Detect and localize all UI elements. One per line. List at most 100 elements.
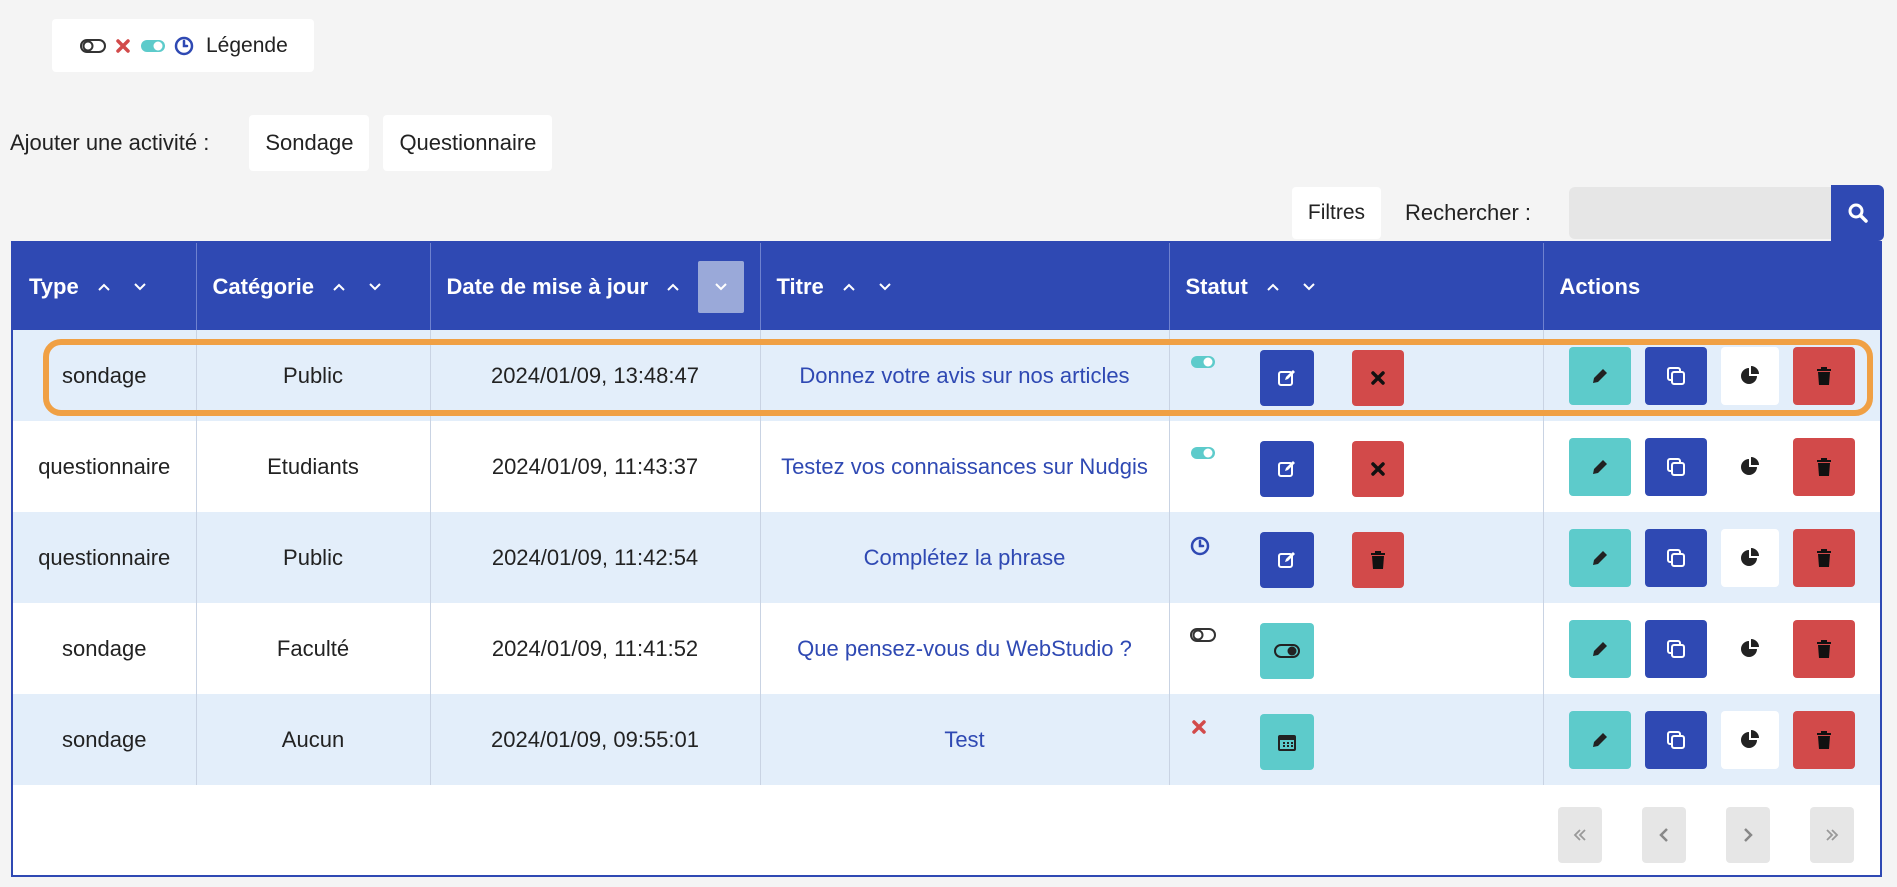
header-label: Type [29,273,79,299]
last-page-button[interactable] [1810,807,1854,863]
clock-icon [1190,536,1210,556]
header-label: Date de mise à jour [446,273,649,299]
stats-button[interactable] [1720,619,1779,678]
edit-button[interactable] [1568,437,1631,496]
stats-button[interactable] [1720,346,1779,405]
pencil-icon [1590,548,1610,568]
stats-button[interactable] [1720,437,1779,496]
cell-status [1169,330,1544,421]
deactivate-button[interactable] [1351,350,1404,406]
edit-button[interactable] [1568,346,1631,405]
add-activity-label: Ajouter une activité : [10,130,210,155]
col-date[interactable]: Date de mise à jour [430,243,761,330]
first-page-icon [1572,827,1588,843]
duplicate-button[interactable] [1644,437,1707,496]
copy-icon [1665,729,1687,751]
pencil-icon [1590,457,1610,477]
sort-up-icon[interactable] [328,276,350,298]
table-row[interactable]: sondage Faculté 2024/01/09, 11:41:52 Que… [13,603,1880,694]
duplicate-button[interactable] [1644,619,1707,678]
sort-down-icon[interactable] [364,276,386,298]
table-header-row: Type Catégorie Date de mise à jour Titre [13,243,1880,330]
delete-button[interactable] [1792,437,1855,496]
cell-date: 2024/01/09, 13:48:47 [430,330,761,421]
col-type[interactable]: Type [13,243,197,330]
add-survey-button[interactable]: Sondage [249,115,370,171]
table-row[interactable]: questionnaire Etudiants 2024/01/09, 11:4… [13,421,1880,512]
cell-title-link[interactable]: Testez vos connaissances sur Nudgis [760,421,1170,512]
cell-date: 2024/01/09, 09:55:01 [430,694,761,785]
legend-box: Légende [52,19,314,72]
cancel-schedule-button[interactable] [1351,532,1404,588]
trash-icon [1369,550,1387,570]
col-title[interactable]: Titre [760,243,1170,330]
sort-down-icon[interactable] [129,276,151,298]
cell-title-link[interactable]: Donnez votre avis sur nos articles [760,330,1170,421]
header-label: Catégorie [212,273,314,299]
pagination [1558,807,1854,863]
x-icon [114,37,132,55]
cell-status [1169,421,1544,512]
delete-button[interactable] [1792,346,1855,405]
deactivate-button[interactable] [1351,441,1404,497]
toggle-on-icon [1190,445,1216,461]
toggle-on-icon [140,38,166,54]
x-icon [1370,370,1386,386]
add-activity-bar: Ajouter une activité : Sondage Questionn… [10,115,566,171]
stats-button[interactable] [1720,528,1779,587]
table-row[interactable]: sondage Aucun 2024/01/09, 09:55:01 Test [13,694,1880,785]
next-page-button[interactable] [1726,807,1770,863]
table-row[interactable]: sondage Public 2024/01/09, 13:48:47 Donn… [13,330,1880,421]
add-quiz-button[interactable]: Questionnaire [383,115,553,171]
cell-type: questionnaire [13,512,197,603]
delete-button[interactable] [1792,619,1855,678]
edit-button[interactable] [1568,710,1631,769]
duplicate-button[interactable] [1644,346,1707,405]
duplicate-button[interactable] [1644,528,1707,587]
pie-chart-icon [1739,365,1761,387]
edit-status-button[interactable] [1259,441,1314,497]
sort-down-icon[interactable] [874,276,896,298]
trash-icon [1815,366,1833,386]
edit-button[interactable] [1568,619,1631,678]
edit-status-button[interactable] [1259,532,1314,588]
clock-icon [174,36,194,56]
pencil-icon [1590,639,1610,659]
schedule-button[interactable] [1259,714,1314,770]
cell-date: 2024/01/09, 11:43:37 [430,421,761,512]
activities-table: Type Catégorie Date de mise à jour Titre [11,241,1882,877]
trash-icon [1815,730,1833,750]
delete-button[interactable] [1792,710,1855,769]
cell-type: sondage [13,603,197,694]
stats-button[interactable] [1720,710,1779,769]
sort-up-icon[interactable] [1262,276,1284,298]
first-page-button[interactable] [1558,807,1602,863]
pencil-icon [1590,366,1610,386]
cell-category: Public [196,512,431,603]
search-button[interactable] [1831,185,1884,241]
edit-icon [1277,550,1297,570]
col-category[interactable]: Catégorie [196,243,431,330]
sort-up-icon[interactable] [662,276,684,298]
activate-button[interactable] [1259,623,1314,679]
search-input[interactable] [1569,187,1831,239]
cell-title-link[interactable]: Test [760,694,1170,785]
sort-down-icon[interactable] [1298,276,1320,298]
x-icon [1190,718,1208,736]
cell-title-link[interactable]: Complétez la phrase [760,512,1170,603]
sort-up-icon[interactable] [93,276,115,298]
pencil-icon [1590,730,1610,750]
sort-down-icon[interactable] [698,260,745,313]
edit-status-button[interactable] [1259,350,1314,406]
table-row[interactable]: questionnaire Public 2024/01/09, 11:42:5… [13,512,1880,603]
pie-chart-icon [1739,456,1761,478]
prev-page-button[interactable] [1642,807,1686,863]
col-status[interactable]: Statut [1169,243,1544,330]
duplicate-button[interactable] [1644,710,1707,769]
sort-up-icon[interactable] [838,276,860,298]
filters-button[interactable]: Filtres [1291,187,1382,239]
cell-title-link[interactable]: Que pensez-vous du WebStudio ? [760,603,1170,694]
cell-type: sondage [13,330,197,421]
edit-button[interactable] [1568,528,1631,587]
delete-button[interactable] [1792,528,1855,587]
